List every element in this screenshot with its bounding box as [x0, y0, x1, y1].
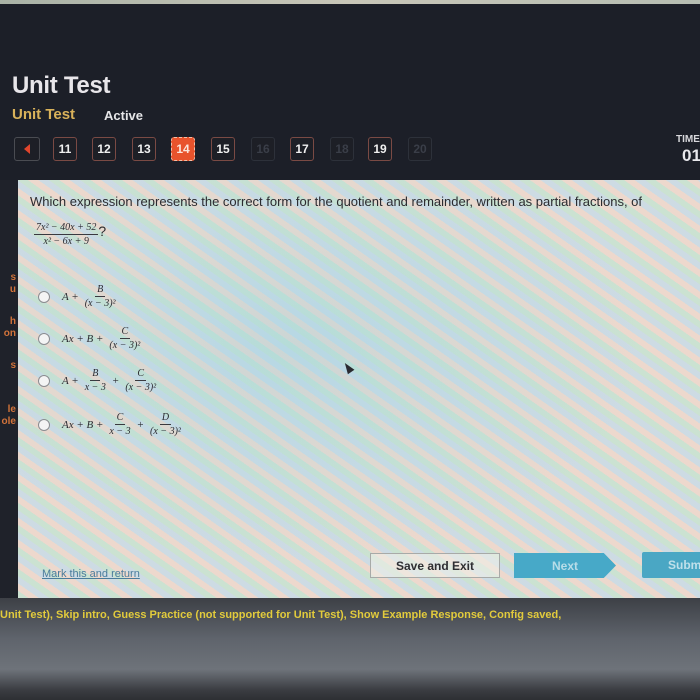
sidebar-item[interactable]: ole: [2, 416, 16, 427]
sidebar-item[interactable]: on: [4, 328, 16, 339]
sidebar-item[interactable]: le: [8, 404, 16, 415]
fraction-numerator: C: [114, 412, 126, 425]
expression-fraction: 7x² − 40x + 52 x² − 6x + 9: [34, 222, 99, 247]
radio-button[interactable]: [38, 374, 50, 387]
option-term: A +: [62, 374, 79, 387]
timer-label: TIME: [676, 134, 700, 145]
option-expression: Ax + B + C (x − 3)²: [60, 326, 144, 351]
option-fraction: C (x − 3)²: [107, 326, 142, 351]
answer-option-3[interactable]: A + B x − 3 + C (x − 3)²: [38, 368, 160, 393]
question-prompt: Which expression represents the correct …: [30, 194, 643, 209]
answer-option-2[interactable]: Ax + B + C (x − 3)²: [38, 326, 144, 351]
option-term: Ax + B +: [62, 418, 104, 431]
status-badge: Active: [104, 108, 144, 123]
option-expression: Ax + B + C x − 3 + D (x − 3)²: [60, 412, 185, 437]
answer-option-4[interactable]: Ax + B + C x − 3 + D (x − 3)²: [38, 412, 185, 437]
fraction-denominator: x − 3: [109, 426, 131, 437]
submit-button[interactable]: Submit: [642, 552, 700, 578]
radio-button[interactable]: [38, 418, 50, 431]
option-term: +: [136, 418, 145, 431]
fraction-numerator: B: [90, 368, 101, 381]
sidebar-item[interactable]: u: [10, 284, 16, 295]
save-and-exit-button[interactable]: Save and Exit: [370, 553, 500, 578]
question-button-17[interactable]: 17: [290, 137, 314, 161]
option-term: +: [111, 374, 120, 387]
question-button-18: 18: [330, 137, 354, 161]
chevron-left-icon: [24, 144, 30, 154]
option-fraction: B x − 3: [83, 368, 108, 393]
fraction-numerator: D: [159, 412, 172, 425]
radio-button[interactable]: [38, 290, 50, 303]
sidebar-item[interactable]: h: [10, 316, 16, 327]
radio-button[interactable]: [38, 332, 50, 345]
fraction-numerator: B: [95, 284, 106, 297]
question-button-19[interactable]: 19: [368, 137, 392, 161]
sidebar-item[interactable]: s: [10, 272, 16, 283]
sidebar-item[interactable]: s: [10, 360, 16, 371]
mark-and-return-link[interactable]: Mark this and return: [42, 568, 140, 580]
question-mark: ?: [98, 222, 107, 239]
option-term: A +: [62, 290, 79, 303]
fraction-denominator: (x − 3)²: [109, 340, 141, 351]
question-button-13[interactable]: 13: [132, 137, 156, 161]
question-button-14-current[interactable]: 14: [171, 137, 195, 161]
option-expression: A + B (x − 3)²: [60, 284, 120, 309]
question-button-20: 20: [408, 137, 432, 161]
question-panel: Which expression represents the correct …: [18, 180, 700, 598]
fraction-numerator: C: [119, 326, 131, 339]
option-fraction: D (x − 3)²: [148, 412, 183, 437]
option-fraction: C (x − 3)²: [123, 368, 158, 393]
fraction-denominator: (x − 3)²: [84, 298, 116, 309]
fraction-denominator: (x − 3)²: [125, 382, 157, 393]
next-button[interactable]: Next: [514, 553, 616, 578]
option-fraction: B (x − 3)²: [83, 284, 118, 309]
expression-numerator: 7x² − 40x + 52: [34, 222, 99, 235]
sidebar: s u h on s le ole: [0, 180, 18, 600]
page-title: Unit Test: [12, 72, 111, 99]
fraction-numerator: C: [135, 368, 147, 381]
question-expression: 7x² − 40x + 52 x² − 6x + 9 ?: [32, 222, 106, 247]
timer-value: 01: [682, 146, 700, 165]
option-expression: A + B x − 3 + C (x − 3)²: [60, 368, 160, 393]
option-fraction: C x − 3: [107, 412, 132, 437]
fraction-denominator: (x − 3)²: [150, 426, 181, 437]
debug-status-text: Unit Test), Skip intro, Guess Practice (…: [0, 609, 562, 621]
question-button-12[interactable]: 12: [92, 137, 116, 161]
fraction-denominator: x − 3: [84, 382, 106, 393]
activity-subtitle: Unit Test: [12, 106, 76, 123]
question-button-16: 16: [251, 137, 275, 161]
previous-question-button[interactable]: [14, 137, 40, 161]
question-button-11[interactable]: 11: [53, 137, 77, 161]
expression-denominator: x² − 6x + 9: [43, 236, 89, 247]
question-button-15[interactable]: 15: [211, 137, 235, 161]
answer-option-1[interactable]: A + B (x − 3)²: [38, 284, 120, 309]
option-term: Ax + B +: [62, 332, 104, 345]
